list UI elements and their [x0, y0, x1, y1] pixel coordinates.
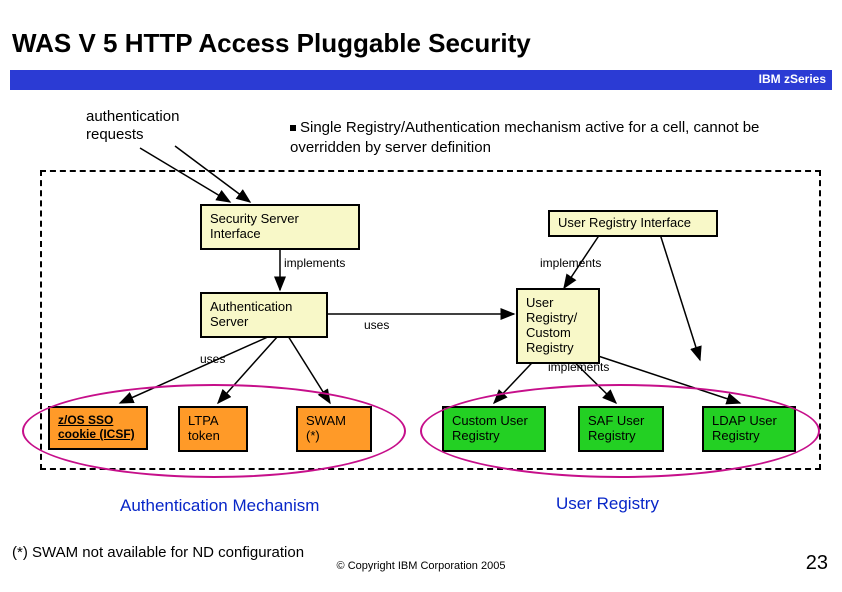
implements-label-1: implements	[284, 256, 345, 270]
user-registry-section-label: User Registry	[556, 494, 659, 514]
bullet-content: Single Registry/Authentication mechanism…	[290, 119, 759, 156]
page-number: 23	[806, 552, 828, 575]
uses-label-1: uses	[364, 318, 389, 332]
brand-label: IBM zSeries	[759, 72, 826, 86]
slide: { "title": "WAS V 5 HTTP Access Pluggabl…	[0, 0, 842, 592]
user-registry-custom-box: User Registry/ Custom Registry	[516, 288, 600, 364]
auth-mechanism-ellipse	[22, 384, 406, 478]
auth-requests-line2: requests	[86, 126, 144, 143]
implements-label-3: implements	[548, 360, 609, 374]
security-server-interface-box: Security Server Interface	[200, 204, 360, 250]
copyright: © Copyright IBM Corporation 2005	[0, 560, 842, 572]
auth-requests-label: authentication requests	[86, 108, 179, 144]
uses-label-2: uses	[200, 352, 225, 366]
auth-requests-line1: authentication	[86, 108, 179, 125]
header-band	[10, 70, 832, 90]
user-registry-interface-box: User Registry Interface	[548, 210, 718, 237]
implements-label-2: implements	[540, 256, 601, 270]
footnote: (*) SWAM not available for ND configurat…	[12, 544, 304, 561]
bullet-square-icon	[290, 125, 296, 131]
bullet-text: Single Registry/Authentication mechanism…	[290, 118, 810, 157]
auth-mechanism-section-label: Authentication Mechanism	[120, 496, 319, 516]
authentication-server-box: Authentication Server	[200, 292, 328, 338]
page-title: WAS V 5 HTTP Access Pluggable Security	[12, 28, 531, 59]
user-registry-ellipse	[420, 384, 820, 478]
